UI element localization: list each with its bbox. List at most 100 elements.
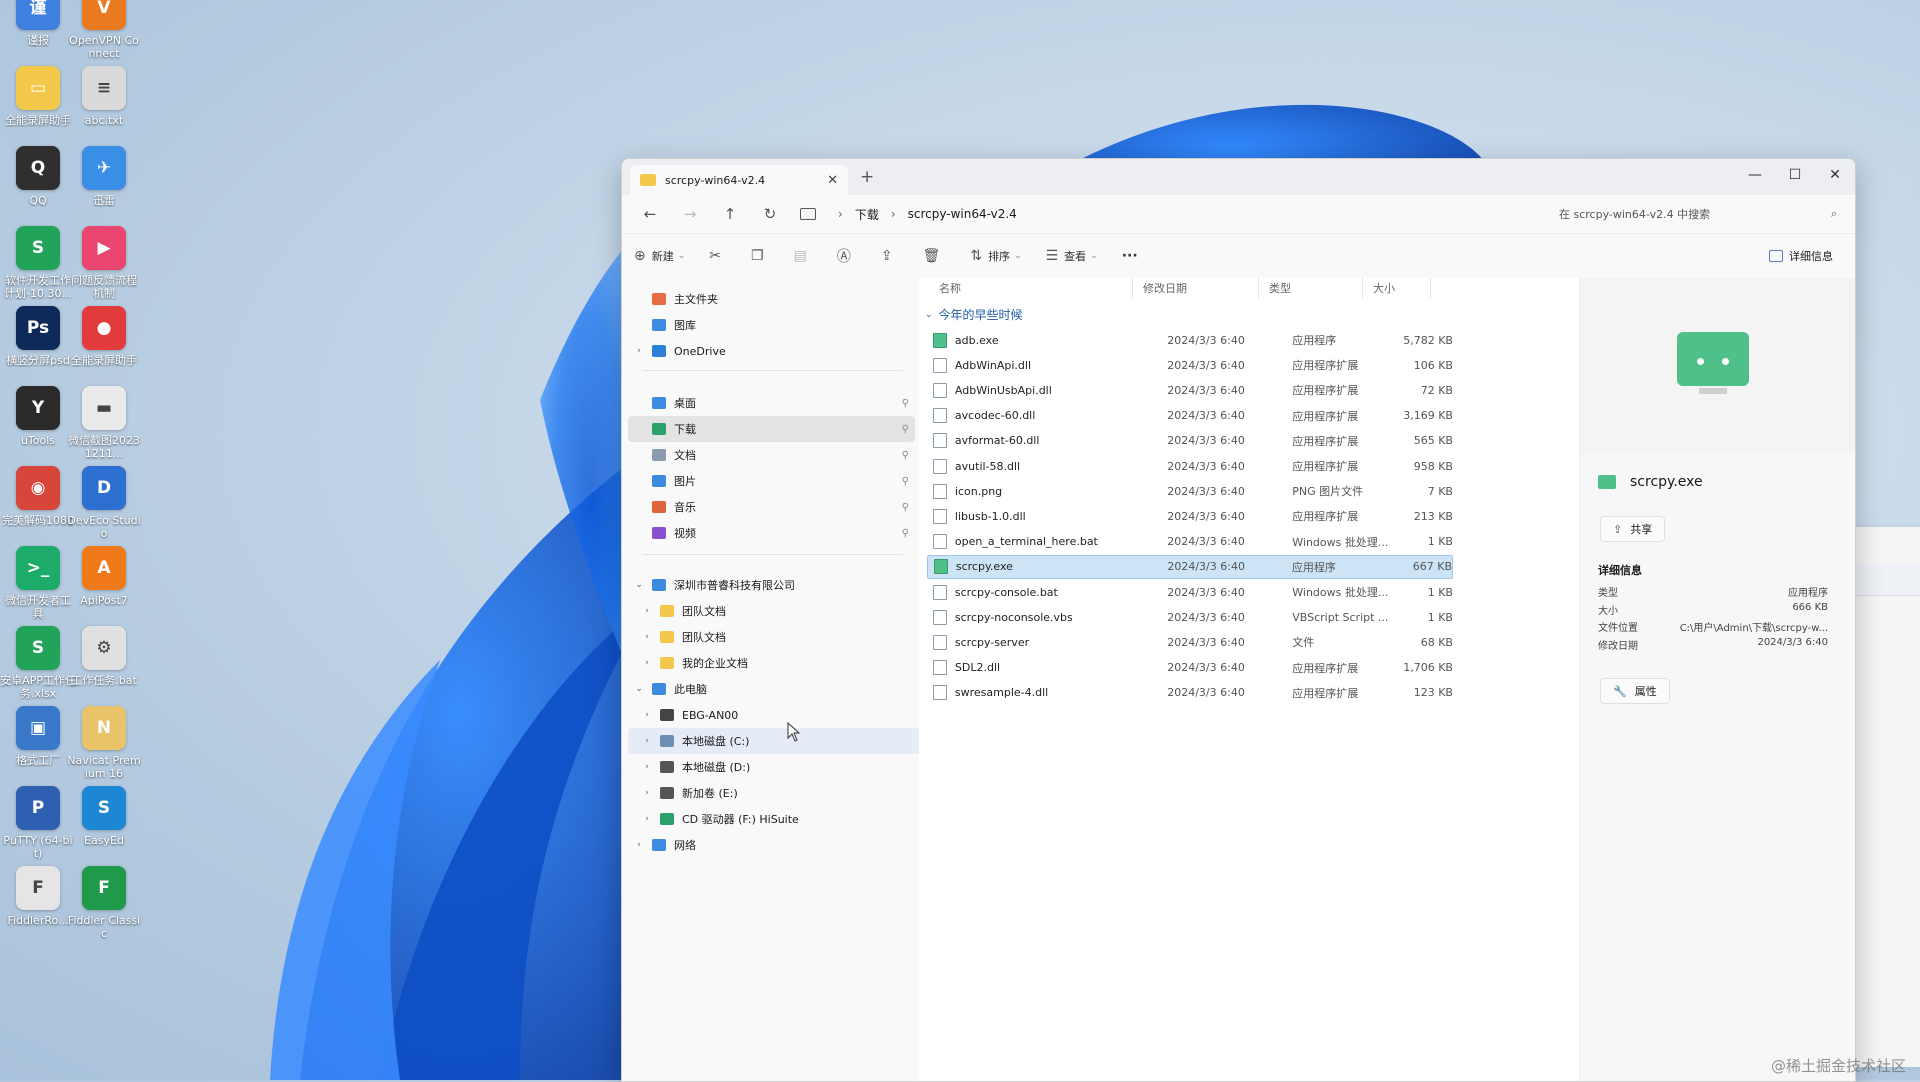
new-button[interactable]: ⊕ 新建 ⌄ (634, 248, 685, 264)
breadcrumb[interactable]: › 下载 › scrcpy-win64-v2.4 (796, 199, 1526, 229)
file-row[interactable]: avcodec-60.dll 2024/3/3 6:40 应用程序扩展 3,169 K… (927, 404, 1453, 428)
chevron-icon[interactable]: › (632, 346, 646, 356)
desktop-icon[interactable]: P PuTTY (64-bit) (0, 786, 76, 860)
sidebar-item[interactable]: 图库 (628, 312, 915, 338)
file-row[interactable]: swresample-4.dll 2024/3/3 6:40 应用程序扩展 123 K… (927, 681, 1453, 705)
desktop-icon[interactable]: S 安卓APP工作任务.xlsx (0, 626, 76, 700)
background-window[interactable] (1854, 527, 1920, 1067)
desktop-icon[interactable]: ≡ abc.txt (66, 66, 142, 127)
file-row[interactable]: libusb-1.0.dll 2024/3/3 6:40 应用程序扩展 213 KB (927, 504, 1453, 528)
sidebar-item[interactable]: › 团队文档 (628, 624, 923, 650)
chevron-icon[interactable]: ⌄ (632, 580, 646, 590)
desktop-icon[interactable]: S 软件开发工作计划-10.30... (0, 226, 76, 300)
file-row[interactable]: scrcpy.exe 2024/3/3 6:40 应用程序 667 KB (927, 554, 1453, 579)
sidebar-item[interactable]: › EBG-AN00 (628, 702, 923, 728)
sidebar-item[interactable]: 桌面 ⚲ (628, 390, 915, 416)
chevron-icon[interactable]: ⌄ (632, 684, 646, 694)
sidebar-item[interactable]: 主文件夹 (628, 286, 915, 312)
file-row[interactable]: scrcpy-noconsole.vbs 2024/3/3 6:40 VBScrip… (927, 605, 1453, 629)
desktop-icon[interactable]: 谨谨报 (0, 0, 76, 47)
details-share-button[interactable]: ⇪ 共享 (1600, 516, 1666, 542)
column-name[interactable]: 名称 (919, 278, 1133, 298)
new-tab-button[interactable]: + (860, 167, 874, 187)
tab-scrcpy[interactable]: scrcpy-win64-v2.4 ✕ (630, 165, 848, 195)
sidebar-item[interactable]: 音乐 ⚲ (628, 494, 915, 520)
rename-button[interactable]: Ⓐ (837, 246, 857, 266)
up-button[interactable]: ↑ (710, 205, 750, 223)
sidebar-item[interactable]: 文档 ⚲ (628, 442, 915, 468)
column-size[interactable]: 大小 (1363, 278, 1431, 298)
desktop-icon[interactable]: F FiddlerRo... (0, 866, 76, 927)
properties-button[interactable]: 🔧 属性 (1600, 678, 1670, 704)
file-row[interactable]: AdbWinUsbApi.dll 2024/3/3 6:40 应用程序扩展 72 KB (927, 378, 1453, 402)
desktop-icon[interactable]: ✈ 迅雷 (66, 146, 142, 207)
desktop-icon[interactable]: Q QQ (0, 146, 76, 207)
sidebar-item[interactable]: 图片 ⚲ (628, 468, 915, 494)
chevron-icon[interactable]: › (640, 762, 654, 772)
file-row[interactable]: open_a_terminal_here.bat 2024/3/3 6:40 Win… (927, 530, 1453, 554)
pin-icon[interactable]: ⚲ (902, 528, 909, 539)
file-row[interactable]: avformat-60.dll 2024/3/3 6:40 应用程序扩展 565 KB (927, 429, 1453, 453)
desktop-icon[interactable]: ▣ 格式工厂 (0, 706, 76, 767)
sidebar-item[interactable]: › 本地磁盘 (C:) (628, 728, 923, 754)
desktop-icon[interactable]: >_ 微信开发者工具 (0, 546, 76, 620)
file-row[interactable]: icon.png 2024/3/3 6:40 PNG 图片文件 7 KB (927, 479, 1453, 503)
cut-button[interactable]: ✂ (709, 248, 727, 264)
this-pc-icon[interactable] (800, 208, 816, 220)
file-row[interactable]: scrcpy-console.bat 2024/3/3 6:40 Windows 批… (927, 580, 1453, 604)
breadcrumb-downloads[interactable]: 下载 (855, 206, 879, 223)
desktop-icon[interactable]: S EasyEd (66, 786, 142, 847)
paste-button[interactable]: ▤ (794, 248, 813, 264)
sidebar-item[interactable]: › 团队文档 (628, 598, 923, 624)
desktop-icon[interactable]: ▬ 微信截图20231211... (66, 386, 142, 460)
chevron-icon[interactable]: › (640, 606, 654, 616)
sidebar-item[interactable]: 视频 ⚲ (628, 520, 915, 546)
desktop-icon[interactable]: ● 全能录屏助手 (66, 306, 142, 367)
desktop-icon[interactable]: ◉ 完美解码1080 (0, 466, 76, 527)
file-row[interactable]: SDL2.dll 2024/3/3 6:40 应用程序扩展 1,706 KB (927, 656, 1453, 680)
desktop-icon[interactable]: V OpenVPN Connect (66, 0, 142, 60)
desktop-icon[interactable]: ▶ 问题反馈流程机制 (66, 226, 142, 300)
group-header[interactable]: ⌄ 今年的早些时候 (925, 306, 1023, 323)
sidebar-item[interactable]: 下载 ⚲ (628, 416, 915, 442)
copy-button[interactable]: ❐ (751, 248, 770, 264)
file-row[interactable]: adb.exe 2024/3/3 6:40 应用程序 5,782 KB (927, 328, 1453, 352)
sidebar-item[interactable]: › CD 驱动器 (F:) HiSuite (628, 806, 923, 832)
view-button[interactable]: ☰ 查看 ⌄ (1046, 248, 1098, 264)
desktop-icon[interactable]: D DevEco Studio (66, 466, 142, 540)
column-date[interactable]: 修改日期 (1133, 278, 1259, 298)
desktop-icon[interactable]: F Fiddler Classic (66, 866, 142, 940)
forward-button[interactable]: → (670, 205, 710, 223)
desktop-icon[interactable]: YuTools (0, 386, 76, 447)
chevron-icon[interactable]: › (640, 710, 654, 720)
sidebar-item[interactable]: › OneDrive (628, 338, 915, 364)
chevron-icon[interactable]: › (640, 788, 654, 798)
close-tab-icon[interactable]: ✕ (827, 173, 838, 188)
desktop-icon[interactable]: Ps 横竖分屏psd (0, 306, 76, 367)
sidebar-item[interactable]: ⌄ 此电脑 (628, 676, 915, 702)
column-type[interactable]: 类型 (1259, 278, 1363, 298)
more-options-button[interactable]: ··· (1122, 248, 1138, 264)
search-input[interactable]: 在 scrcpy-win64-v2.4 中搜索 ⌕ (1549, 199, 1847, 229)
file-row[interactable]: avutil-58.dll 2024/3/3 6:40 应用程序扩展 958 KB (927, 454, 1453, 478)
pin-icon[interactable]: ⚲ (902, 398, 909, 409)
chevron-icon[interactable]: › (640, 632, 654, 642)
back-button[interactable]: ← (630, 205, 670, 223)
sidebar-item[interactable]: › 网络 (628, 832, 915, 858)
share-button[interactable]: ⇪ (881, 248, 899, 264)
sidebar-item[interactable]: › 本地磁盘 (D:) (628, 754, 923, 780)
details-pane-button[interactable]: 详细信息 (1769, 248, 1833, 264)
sort-button[interactable]: ⇅ 排序 ⌄ (970, 248, 1021, 264)
sidebar-item[interactable]: › 新加卷 (E:) (628, 780, 923, 806)
chevron-icon[interactable]: › (640, 658, 654, 668)
breadcrumb-separator[interactable]: › (838, 207, 843, 221)
sidebar-item[interactable]: ⌄ 深圳市普睿科技有限公司 (628, 572, 915, 598)
refresh-button[interactable]: ↻ (750, 205, 790, 223)
desktop-icon[interactable]: ⚙ 工作任务.bat (66, 626, 142, 687)
breadcrumb-scrcpy[interactable]: scrcpy-win64-v2.4 (908, 207, 1017, 221)
desktop-icon[interactable]: A ApiPost7 (66, 546, 142, 607)
desktop-icon[interactable]: N Navicat Premium 16 (66, 706, 142, 780)
pin-icon[interactable]: ⚲ (902, 450, 909, 461)
breadcrumb-separator[interactable]: › (891, 207, 896, 221)
file-row[interactable]: AdbWinApi.dll 2024/3/3 6:40 应用程序扩展 106 KB (927, 353, 1453, 377)
